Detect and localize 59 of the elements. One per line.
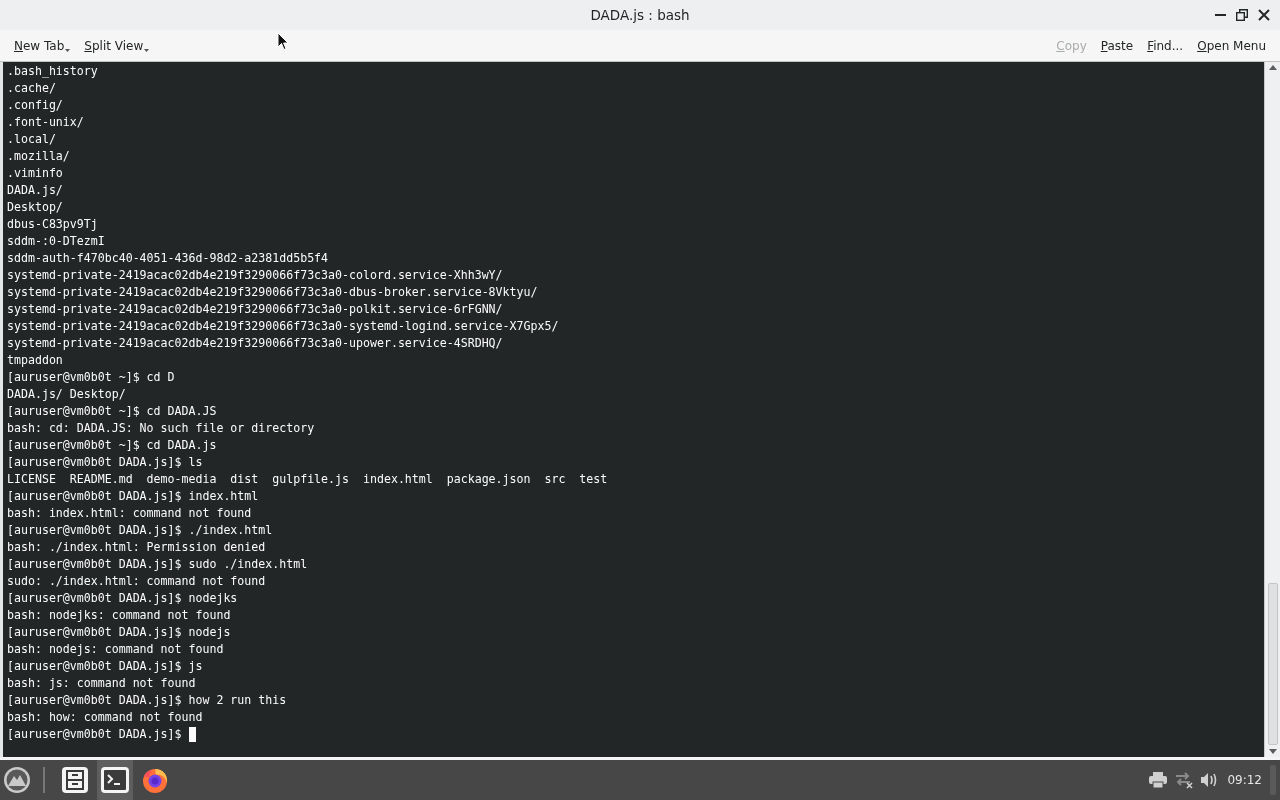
terminal-line: [auruser@vm0b0t DADA.js]$ nodejs xyxy=(7,624,231,641)
terminal-line: systemd-private-2419acac02db4e219f3290066f73c3a0-systemd-logind.service-X7Gpx5/ xyxy=(7,318,559,335)
network-disconnected-icon[interactable] xyxy=(1174,771,1195,789)
terminal-line: systemd-private-2419acac02db4e219f3290066f73c3a0-upower.service-4SRDHQ/ xyxy=(7,335,503,352)
terminal-line: DADA.js/ xyxy=(7,182,63,199)
terminal-line: [auruser@vm0b0t ~]$ cd DADA.JS xyxy=(7,403,217,420)
terminal-line: bash: cd: DADA.JS: No such file or directory xyxy=(7,420,315,437)
terminal-line: bash: index.html: command not found xyxy=(7,505,252,522)
terminal-line: .config/ xyxy=(7,97,63,114)
clock[interactable]: 09:12 xyxy=(1227,773,1262,787)
terminal-line: .mozilla/ xyxy=(7,148,70,165)
restore-icon[interactable] xyxy=(1236,9,1248,21)
terminal-line: .viminfo xyxy=(7,165,63,182)
terminal-line: systemd-private-2419acac02db4e219f3290066f73c3a0-colord.service-Xhh3wY/ xyxy=(7,267,503,284)
terminal-line: bash: nodejks: command not found xyxy=(7,607,231,624)
terminal-line: LICENSE README.md demo-media dist gulpfile.js index.html package.json src test xyxy=(7,471,608,488)
terminal-line: Desktop/ xyxy=(7,199,63,216)
terminal-line: [auruser@vm0b0t DADA.js]$ index.html xyxy=(7,488,259,505)
terminal-line: bash: how: command not found xyxy=(7,709,203,726)
terminal-line: [auruser@vm0b0t DADA.js]$ ./index.html xyxy=(7,522,273,539)
close-icon[interactable] xyxy=(1258,9,1270,21)
terminal-line: systemd-private-2419acac02db4e219f3290066f73c3a0-polkit.service-6rFGNN/ xyxy=(7,301,503,318)
terminal-line: sddm-auth-f470bc40-4051-436d-98d2-a2381dd5b5f4 xyxy=(7,250,329,267)
terminal-line: [auruser@vm0b0t DADA.js]$ js xyxy=(7,658,203,675)
terminal-icon[interactable] xyxy=(97,760,133,800)
terminal-line: systemd-private-2419acac02db4e219f3290066f73c3a0-dbus-broker.service-8Vktyu/ xyxy=(7,284,538,301)
scroll-up-icon[interactable] xyxy=(1268,65,1277,70)
toolbar-menu-button[interactable]: Split View xyxy=(78,34,156,57)
terminal-line: [auruser@vm0b0t ~]$ cd DADA.js xyxy=(7,437,217,454)
terminal-line: bash: nodejs: command not found xyxy=(7,641,224,658)
terminal-line: tmpaddon xyxy=(7,352,63,369)
toolbar-button[interactable]: Find... xyxy=(1141,34,1190,57)
terminal-line: [auruser@vm0b0t DADA.js]$ ls xyxy=(7,454,203,471)
terminal-line: .bash_history xyxy=(7,63,98,80)
toolbar-menu-button[interactable]: New Tab xyxy=(8,34,77,57)
scroll-down-icon[interactable] xyxy=(1268,749,1277,754)
terminal-line: sddm-:0-DTezmI xyxy=(7,233,105,250)
terminal-line: [auruser@vm0b0t DADA.js]$ sudo ./index.html xyxy=(7,556,308,573)
app-launcher-icon[interactable] xyxy=(2,765,32,795)
terminal-line: .font-unix/ xyxy=(7,114,84,131)
volume-icon[interactable] xyxy=(1200,772,1218,788)
terminal-line: [auruser@vm0b0t DADA.js]$ how 2 run this xyxy=(7,692,287,709)
terminal-line: bash: ./index.html: Permission denied xyxy=(7,539,266,556)
printer-icon[interactable] xyxy=(1148,772,1169,788)
scrollbar-thumb[interactable] xyxy=(1267,583,1278,745)
terminal-area[interactable] xyxy=(0,62,1264,757)
terminal-line: sudo: ./index.html: command not found xyxy=(7,573,266,590)
terminal-line: [auruser@vm0b0t ~]$ cd D xyxy=(7,369,175,386)
terminal-line: .cache/ xyxy=(7,80,56,97)
terminal-line: bash: js: command not found xyxy=(7,675,196,692)
toolbar-button[interactable]: Open Menu xyxy=(1191,34,1272,57)
terminal-line: [auruser@vm0b0t DADA.js]$ nodejks xyxy=(7,590,238,607)
terminal-line: .local/ xyxy=(7,131,56,148)
scrollbar-track[interactable] xyxy=(1264,62,1280,757)
terminal-line: [auruser@vm0b0t DADA.js]$ xyxy=(7,726,182,743)
toolbar-button[interactable]: Paste xyxy=(1094,34,1140,57)
terminal-line: DADA.js/ Desktop/ xyxy=(7,386,126,403)
window-title: DADA.js : bash xyxy=(590,7,690,23)
terminal-line: dbus-C83pv9Tj xyxy=(7,216,98,233)
